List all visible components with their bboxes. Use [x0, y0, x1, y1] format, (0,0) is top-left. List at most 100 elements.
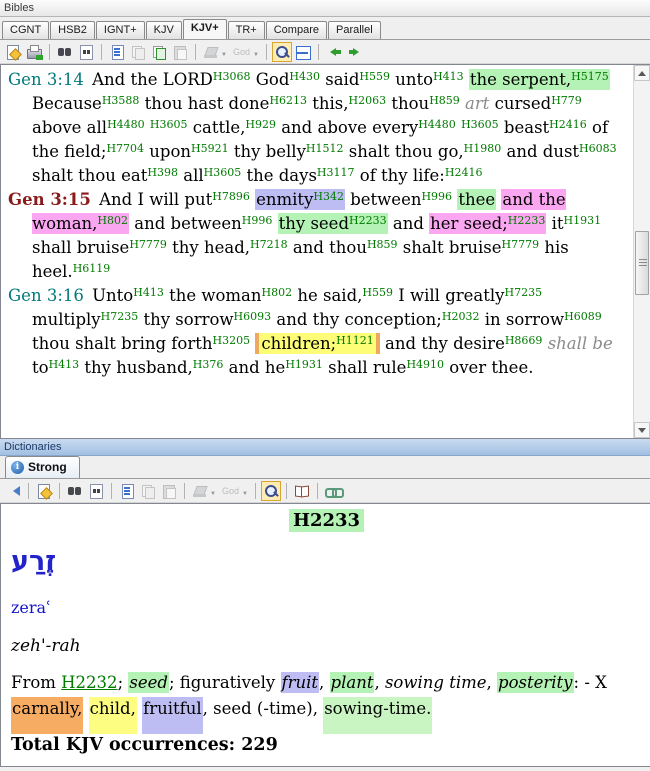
strong-number[interactable]: H6083	[579, 142, 617, 155]
strong-number[interactable]: H7896	[212, 190, 250, 203]
tab-strong[interactable]: Strong	[5, 456, 80, 478]
document-icon[interactable]	[107, 42, 127, 62]
tab-ignt[interactable]: IGNT+	[95, 21, 145, 39]
forward-arrow-icon[interactable]	[345, 42, 365, 62]
strong-number[interactable]: H1512	[306, 142, 344, 155]
strong-number[interactable]: H859	[367, 238, 398, 251]
strong-number[interactable]: H6093	[234, 310, 272, 323]
strong-number[interactable]: H2233	[508, 214, 546, 227]
strong-number[interactable]: H929	[245, 118, 276, 131]
strong-number[interactable]: H3588	[102, 94, 140, 107]
highlighter-icon[interactable]	[190, 480, 218, 502]
zoom-icon[interactable]	[260, 480, 281, 501]
strong-number[interactable]: H398	[147, 166, 178, 179]
tab-parallel[interactable]: Parallel	[327, 21, 381, 39]
tab-cgnt[interactable]: CGNT	[2, 21, 50, 39]
split-view-icon[interactable]	[293, 42, 313, 62]
strong-number[interactable]: H7704	[106, 142, 144, 155]
strong-number[interactable]: H802	[97, 214, 128, 227]
strong-number[interactable]: H5175	[571, 70, 609, 83]
strong-number[interactable]: H7218	[250, 238, 288, 251]
book-icon[interactable]	[292, 481, 312, 501]
strong-number[interactable]: H7235	[101, 310, 139, 323]
strong-number[interactable]: H3068	[213, 70, 251, 83]
strong-number[interactable]: H413	[433, 70, 464, 83]
open-note-icon[interactable]	[3, 42, 23, 62]
strong-number[interactable]: H5921	[191, 142, 229, 155]
search-icon[interactable]	[65, 481, 85, 501]
strong-number[interactable]: H342	[313, 190, 344, 203]
strong-number[interactable]: H559	[362, 286, 393, 299]
strong-number[interactable]: H8669	[505, 334, 543, 347]
god-word-label[interactable]: God	[230, 41, 261, 63]
verse-text-pane[interactable]: Gen 3:14 And the LORDH3068 GodH430 saidH…	[1, 65, 633, 438]
highlighter-icon[interactable]	[201, 41, 229, 63]
scroll-up-button[interactable]	[634, 65, 650, 81]
scrollbar-thumb[interactable]	[635, 231, 649, 295]
strong-number[interactable]: H6089	[564, 310, 602, 323]
dictionary-entry-pane[interactable]: H2233 זֶרַע zeraʿ zeh'-rah From H2232; s…	[0, 503, 650, 767]
strong-number[interactable]: H779	[551, 94, 582, 107]
strong-number[interactable]: H3605	[461, 118, 499, 131]
strong-number[interactable]: H996	[421, 190, 452, 203]
strong-number[interactable]: H7235	[504, 286, 542, 299]
strong-number[interactable]: H3205	[213, 334, 251, 347]
strong-number[interactable]: H559	[359, 70, 390, 83]
strong-number[interactable]: H996	[242, 214, 273, 227]
strong-number[interactable]: H2032	[442, 310, 480, 323]
back-arrow-icon[interactable]	[324, 42, 344, 62]
search-page-icon[interactable]	[86, 481, 106, 501]
tab-kjv[interactable]: KJV	[145, 21, 182, 39]
copy-add-icon[interactable]	[149, 42, 169, 62]
document-icon[interactable]	[117, 481, 137, 501]
dictionary-tabstrip: Strong	[0, 456, 650, 479]
strong-number[interactable]: H2416	[445, 166, 483, 179]
strong-number[interactable]: H413	[49, 358, 80, 371]
strong-number[interactable]: H4480	[418, 118, 456, 131]
strong-number[interactable]: H6119	[73, 262, 111, 275]
strong-number[interactable]: H7779	[501, 238, 539, 251]
verse-reference[interactable]: Gen 3:15	[8, 190, 91, 209]
back-arrow-blue-icon[interactable]	[3, 481, 23, 501]
strong-number[interactable]: H7779	[129, 238, 167, 251]
paste-icon[interactable]	[159, 481, 179, 501]
strong-number[interactable]: H6213	[269, 94, 307, 107]
search-page-icon[interactable]	[76, 42, 96, 62]
strong-number[interactable]: H4480	[107, 118, 145, 131]
god-word-label[interactable]: God	[219, 480, 250, 502]
search-icon[interactable]	[55, 42, 75, 62]
open-note-icon[interactable]	[34, 481, 54, 501]
tab-tr[interactable]: TR+	[227, 21, 265, 39]
strong-number[interactable]: H1980	[464, 142, 502, 155]
paste-icon[interactable]	[170, 42, 190, 62]
strong-number[interactable]: H3605	[204, 166, 242, 179]
strong-number[interactable]: H1931	[285, 358, 323, 371]
strong-number[interactable]: H2416	[549, 118, 587, 131]
strong-number[interactable]: H802	[262, 286, 293, 299]
strong-number[interactable]: H413	[133, 286, 164, 299]
strong-number[interactable]: H1121	[336, 334, 374, 347]
verse-reference[interactable]: Gen 3:16	[8, 286, 84, 305]
strong-number[interactable]: H3605	[150, 118, 188, 131]
strong-number[interactable]: H859	[429, 94, 460, 107]
verse-reference[interactable]: Gen 3:14	[8, 70, 84, 89]
strong-number[interactable]: H376	[193, 358, 224, 371]
vertical-scrollbar[interactable]	[633, 65, 650, 438]
strong-number[interactable]: H2233	[349, 214, 387, 227]
tab-hsb2[interactable]: HSB2	[50, 21, 95, 39]
print-icon[interactable]	[24, 42, 44, 62]
copy-icon[interactable]	[138, 481, 158, 501]
strong-number[interactable]: H4910	[406, 358, 444, 371]
zoom-icon[interactable]	[271, 41, 292, 62]
scroll-down-button[interactable]	[634, 422, 650, 438]
strong-number[interactable]: H430	[289, 70, 320, 83]
strong-number[interactable]: H3117	[317, 166, 355, 179]
strong-number[interactable]: H2063	[349, 94, 387, 107]
tab-kjv[interactable]: KJV+	[182, 19, 227, 39]
copy-icon[interactable]	[128, 42, 148, 62]
strong-link[interactable]: H2232	[61, 673, 117, 692]
link-icon[interactable]	[323, 481, 344, 501]
strong-number[interactable]: H1931	[564, 214, 602, 227]
text-run: I will greatly	[392, 286, 505, 305]
tab-compare[interactable]: Compare	[265, 21, 327, 39]
